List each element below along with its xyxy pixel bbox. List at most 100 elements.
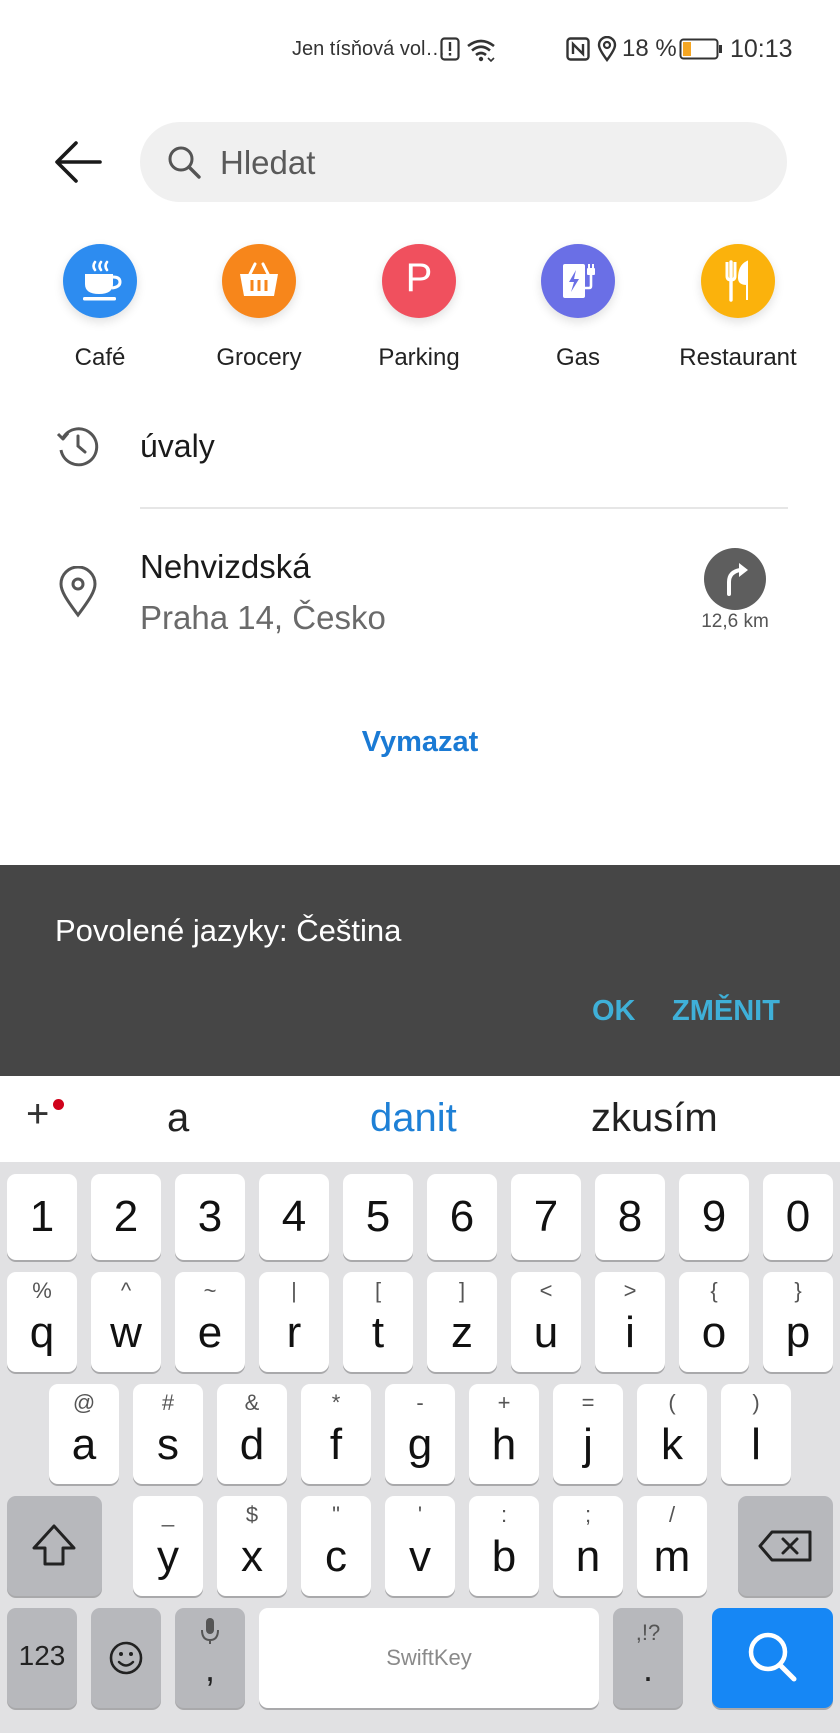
snackbar: Povolené jazyky: Čeština OK ZMĚNIT bbox=[0, 865, 840, 1076]
ok-button[interactable]: OK bbox=[592, 995, 636, 1028]
key-k[interactable]: (k bbox=[637, 1384, 707, 1484]
key-o[interactable]: {o bbox=[679, 1272, 749, 1372]
suggestion-word[interactable]: a bbox=[167, 1096, 189, 1141]
suggestion-word-highlighted[interactable]: danit bbox=[370, 1096, 457, 1141]
key-w[interactable]: ^ w bbox=[91, 1272, 161, 1372]
key-label: v bbox=[409, 1532, 431, 1581]
key-label: 4 bbox=[281, 1192, 307, 1241]
category-label: Gas bbox=[555, 344, 600, 371]
key-label: o bbox=[701, 1308, 727, 1357]
key-n[interactable]: ; n bbox=[553, 1496, 623, 1596]
key-y[interactable]: _ y bbox=[133, 1496, 203, 1596]
category-grocery[interactable]: Grocery bbox=[179, 244, 339, 372]
back-arrow-icon[interactable] bbox=[52, 136, 104, 188]
key-m[interactable]: / m bbox=[637, 1496, 707, 1596]
key-4[interactable]: 4 bbox=[259, 1174, 329, 1260]
category-restaurant[interactable]: Restaurant bbox=[658, 244, 818, 372]
key-q[interactable]: % q bbox=[7, 1272, 77, 1372]
search-key[interactable] bbox=[712, 1608, 833, 1708]
search-input[interactable] bbox=[218, 138, 762, 188]
key-label: e bbox=[197, 1308, 223, 1357]
category-parking[interactable]: P Parking bbox=[339, 244, 499, 372]
key-6[interactable]: 6 bbox=[427, 1174, 497, 1260]
notification-dot bbox=[53, 1099, 64, 1110]
search-icon bbox=[748, 1632, 797, 1682]
key-h[interactable]: + h bbox=[469, 1384, 539, 1484]
comma-key[interactable]: , bbox=[175, 1608, 245, 1708]
category-gas[interactable]: Gas bbox=[498, 244, 658, 372]
key-5[interactable]: 5 bbox=[343, 1174, 413, 1260]
space-key[interactable]: SwiftKey bbox=[259, 1608, 599, 1708]
key-secondary: | bbox=[291, 1278, 297, 1303]
emoji-key[interactable] bbox=[91, 1608, 161, 1708]
alert-icon bbox=[440, 37, 460, 61]
key-x[interactable]: $ x bbox=[217, 1496, 287, 1596]
key-1[interactable]: 1 bbox=[7, 1174, 77, 1260]
key-label: p bbox=[785, 1308, 811, 1357]
key-p[interactable]: } p bbox=[763, 1272, 833, 1372]
carrier-text: Jen tísňová vol… bbox=[292, 38, 446, 60]
key-t[interactable]: [t bbox=[343, 1272, 413, 1372]
key-secondary: > bbox=[623, 1278, 637, 1303]
key-8[interactable]: 8 bbox=[595, 1174, 665, 1260]
key-s[interactable]: # s bbox=[133, 1384, 203, 1484]
coffee-cup-icon bbox=[63, 244, 137, 318]
period-key[interactable]: ,!? . bbox=[613, 1608, 683, 1708]
shift-key[interactable] bbox=[7, 1496, 102, 1596]
key-secondary: " bbox=[332, 1502, 340, 1527]
key-secondary: / bbox=[668, 1502, 676, 1527]
key-a[interactable]: @ a bbox=[49, 1384, 119, 1484]
key-secondary: = bbox=[581, 1390, 595, 1415]
key-0[interactable]: 0 bbox=[763, 1174, 833, 1260]
basket-icon bbox=[222, 244, 296, 318]
key-label: 123 bbox=[18, 1640, 66, 1671]
key-9[interactable]: 9 bbox=[679, 1174, 749, 1260]
key-secondary: } bbox=[794, 1278, 802, 1303]
suggestion-bar: + a danit zkusím bbox=[0, 1076, 840, 1162]
key-2[interactable]: 2 bbox=[91, 1174, 161, 1260]
search-bar[interactable] bbox=[140, 122, 787, 202]
history-item[interactable]: úvaly bbox=[140, 428, 215, 465]
key-secondary: ,!? bbox=[635, 1620, 661, 1645]
change-button[interactable]: ZMĚNIT bbox=[672, 995, 780, 1028]
suggestion-word[interactable]: zkusím bbox=[591, 1096, 718, 1141]
key-b[interactable]: :b bbox=[469, 1496, 539, 1596]
key-secondary: * bbox=[331, 1390, 341, 1415]
key-label: q bbox=[29, 1308, 55, 1357]
numbers-mode-key[interactable]: 123 bbox=[7, 1608, 77, 1708]
key-secondary: ( bbox=[668, 1390, 676, 1415]
key-secondary: & bbox=[244, 1390, 260, 1415]
key-7[interactable]: 7 bbox=[511, 1174, 581, 1260]
key-f[interactable]: * f bbox=[301, 1384, 371, 1484]
key-label: z bbox=[451, 1308, 473, 1357]
category-cafe[interactable]: Café bbox=[20, 244, 180, 372]
key-3[interactable]: 3 bbox=[175, 1174, 245, 1260]
key-label: u bbox=[533, 1308, 559, 1357]
category-label: Restaurant bbox=[679, 344, 797, 371]
toolbar-plus-icon[interactable]: + bbox=[26, 1092, 49, 1137]
key-l[interactable]: ) l bbox=[721, 1384, 791, 1484]
key-label: 1 bbox=[29, 1192, 55, 1241]
place-name[interactable]: Nehvizdská bbox=[140, 548, 311, 586]
history-icon bbox=[56, 427, 99, 467]
backspace-key[interactable] bbox=[738, 1496, 833, 1596]
route-button[interactable] bbox=[704, 548, 766, 610]
key-r[interactable]: | r bbox=[259, 1272, 329, 1372]
parking-glyph: P bbox=[405, 256, 433, 300]
key-c[interactable]: " c bbox=[301, 1496, 371, 1596]
key-label: 2 bbox=[113, 1192, 139, 1241]
key-z[interactable]: ] z bbox=[427, 1272, 497, 1372]
key-label: k bbox=[661, 1420, 683, 1469]
key-e[interactable]: ~ e bbox=[175, 1272, 245, 1372]
key-d[interactable]: & d bbox=[217, 1384, 287, 1484]
key-j[interactable]: = j bbox=[553, 1384, 623, 1484]
key-secondary: % bbox=[32, 1278, 52, 1303]
key-i[interactable]: > i bbox=[595, 1272, 665, 1372]
key-label: 5 bbox=[365, 1192, 391, 1241]
key-label: i bbox=[625, 1308, 635, 1357]
key-v[interactable]: ' v bbox=[385, 1496, 455, 1596]
key-u[interactable]: < u bbox=[511, 1272, 581, 1372]
key-secondary: : bbox=[500, 1502, 508, 1527]
key-g[interactable]: -g bbox=[385, 1384, 455, 1484]
clear-history-button[interactable]: Vymazat bbox=[300, 726, 540, 759]
